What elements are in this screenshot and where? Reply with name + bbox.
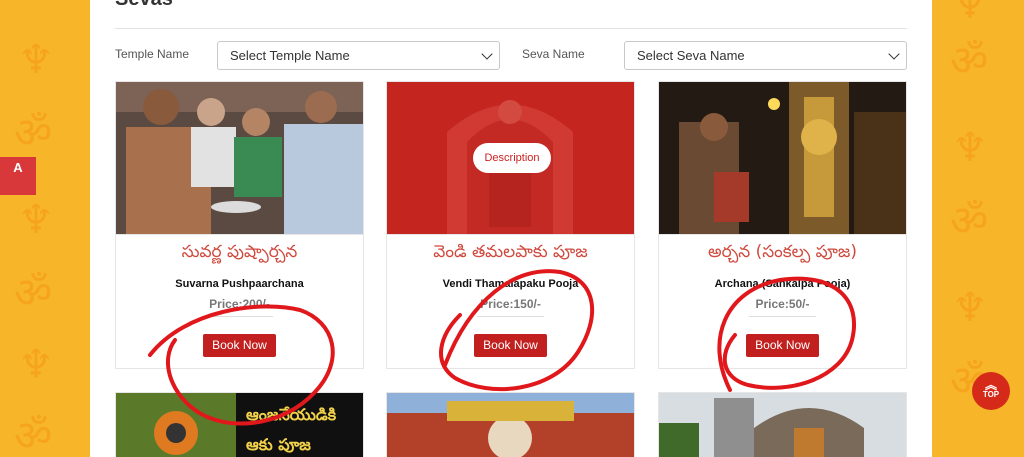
om-icon: ॐ xyxy=(950,36,989,85)
temple-name-label: Temple Name xyxy=(115,47,190,61)
scroll-to-top-label: TOP xyxy=(982,390,1000,399)
om-icon: ॐ xyxy=(14,411,53,457)
om-icon: ॐ xyxy=(950,196,989,245)
heading-divider xyxy=(115,28,907,29)
chevron-down-icon xyxy=(481,48,493,60)
trishul-icon: ♆ xyxy=(18,37,54,83)
card-divider xyxy=(116,234,363,235)
page-title: Sevas xyxy=(115,0,173,11)
om-icon: ॐ xyxy=(14,108,53,157)
main-content: Sevas Temple Name Select Temple Name Sev… xyxy=(90,0,932,457)
seva-card xyxy=(386,392,635,457)
temple-select-value: Select Temple Name xyxy=(230,48,350,63)
trishul-icon: ♆ xyxy=(952,0,988,28)
price-divider xyxy=(206,316,273,317)
seva-telugu-name: సువర్ణ పుష్పార్చన xyxy=(181,242,298,262)
trishul-icon: ♆ xyxy=(18,197,54,243)
seva-name-label: Seva Name xyxy=(522,47,585,61)
seva-card: సువర్ణ పుష్పార్చన Suvarna Pushpaarchana … xyxy=(115,81,364,369)
chevron-up-icon: ︽ xyxy=(984,378,997,392)
seva-card: ఆంజనేయుడికి ఆకు పూజ xyxy=(115,392,364,457)
price-divider xyxy=(477,316,544,317)
seva-card: Description వెండి తమలపాకు పూజ Vendi Tham… xyxy=(386,81,635,369)
seva-photo xyxy=(387,393,634,457)
seva-price: Price:200/- xyxy=(209,297,270,311)
seva-english-name: Suvarna Pushpaarchana xyxy=(175,278,304,290)
trishul-icon: ♆ xyxy=(952,125,988,171)
seva-photo xyxy=(659,393,906,457)
scroll-to-top-button[interactable]: ︽ TOP xyxy=(972,372,1010,410)
seva-photo: ఆంజనేయుడికి ఆకు పూజ xyxy=(116,393,363,457)
seva-english-name: Vendi Thamalapaku Pooja xyxy=(442,278,579,290)
seva-photo xyxy=(116,82,363,234)
left-decorative-background: ♆ ॐ ♆ ॐ ♆ ॐ xyxy=(0,0,90,457)
seva-card xyxy=(658,392,907,457)
accessibility-label: A xyxy=(13,160,23,175)
image-caption-line2: ఆకు పూజ xyxy=(246,435,311,454)
seva-price: Price:50/- xyxy=(755,297,810,311)
trishul-icon: ♆ xyxy=(18,342,54,388)
card-divider xyxy=(387,234,634,235)
seva-select-value: Select Seva Name xyxy=(637,48,745,63)
card-divider xyxy=(659,234,906,235)
seva-telugu-name: అర్చన (సంకల్ప పూజ) xyxy=(708,242,857,262)
seva-english-name: Archana (Sankalpa Pooja) xyxy=(714,278,851,290)
price-divider xyxy=(749,316,816,317)
seva-card: అర్చన (సంకల్ప పూజ) Archana (Sankalpa Poo… xyxy=(658,81,907,369)
seva-photo xyxy=(659,82,906,234)
om-icon: ॐ xyxy=(14,268,53,317)
seva-select[interactable]: Select Seva Name xyxy=(624,41,907,70)
seva-telugu-name: వెండి తమలపాకు పూజ xyxy=(433,242,588,262)
trishul-icon: ♆ xyxy=(952,285,988,331)
image-caption-line1: ఆంజనేయుడికి xyxy=(246,405,337,424)
book-now-button[interactable]: Book Now xyxy=(746,334,819,357)
description-button[interactable]: Description xyxy=(473,143,551,173)
temple-select[interactable]: Select Temple Name xyxy=(217,41,500,70)
book-now-button[interactable]: Book Now xyxy=(474,334,547,357)
book-now-button[interactable]: Book Now xyxy=(203,334,276,357)
accessibility-button[interactable]: A xyxy=(0,157,36,195)
chevron-down-icon xyxy=(888,48,900,60)
seva-price: Price:150/- xyxy=(480,297,541,311)
